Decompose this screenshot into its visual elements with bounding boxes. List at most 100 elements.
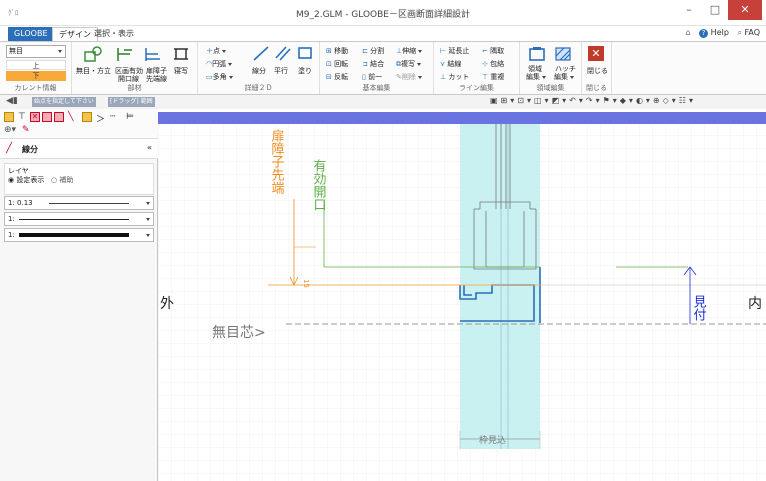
join-button[interactable]: ⊐ 結合 [362,59,384,69]
mullion-arrow: > [254,325,266,341]
help-area: ⌂ ? Help ⌕ FAQ [686,28,761,38]
move-button[interactable]: ⊞ 移動 [326,46,348,56]
diag-tool-icon[interactable] [42,112,52,122]
line-type-preview [19,219,129,220]
point-button[interactable]: ＋点 [206,46,226,56]
parallel-icon [275,46,291,61]
group-detail-2d: ＋点 ◠円弧 ▭多角 線分 平行 塗り 詳細２Ｄ [198,42,320,94]
corner-button[interactable]: ⌐ 隅取 [482,46,504,56]
group-label: 詳細２Ｄ [244,84,273,92]
door-tip-label: 扉障子先端 [269,128,285,194]
tab-select-display[interactable]: 選択・表示 [88,27,140,41]
group-label: ライン編集 [459,84,494,92]
front-button[interactable]: ▯ 前一 [362,72,382,82]
view-tools-icons[interactable]: ▣⊞▾⊡▾◫▾◩▾↶▾↷▾⚑▾◆▾◐▾⊕◇▾☷▾ [490,96,696,105]
radio-display-setting[interactable]: ◉ 設定表示 [8,175,44,185]
close-mode-button[interactable]: 閉じる [587,66,608,76]
search-icon[interactable]: ⌕ [737,28,741,37]
divide-button[interactable]: ⊏ 分割 [362,46,384,56]
inside-label: 内 [748,296,762,312]
delete-button[interactable]: ✎削除 [396,72,422,82]
connect-button[interactable]: ⋎ 結線 [440,59,461,69]
polygon-button[interactable]: ▭多角 [206,72,233,82]
line-color-value: 1: [8,231,15,239]
left-panel: ⊤ ✕ ╲ ＞ ┄ ⊨ ⊕▾ ✎ ╱ 線分 « レイヤ ◉ 設定表示 ○ 補助 … [0,109,158,481]
panel-title-bar: ╱ 線分 « [0,139,158,159]
parallel-button[interactable]: 平行 [274,66,288,76]
front-icon: ▯ [362,73,366,81]
copy-button[interactable]: ⧉複写 [396,59,421,69]
rotate-button[interactable]: ⊡ 回転 [326,59,348,69]
snap-icon[interactable]: ⊕▾ [4,125,16,135]
outside-label: 外 [160,296,174,312]
chevron-down-icon [146,218,150,221]
arc-button[interactable]: ◠円弧 [206,59,233,69]
pen-icon[interactable]: ✎ [22,125,32,135]
dash-tool-icon[interactable]: ┄ [110,112,120,122]
cross-tool-icon[interactable]: ✕ [30,112,40,122]
tool-palette: ⊤ ✕ ╲ ＞ ┄ ⊨ ⊕▾ ✎ [0,109,158,139]
extend-stop-button[interactable]: ⊢ 延長止 [440,46,469,56]
maximize-button[interactable]: □ [702,0,728,20]
tab-gloobe[interactable]: GLOOBE [8,27,54,41]
drawing-canvas[interactable]: 外 内 無目芯 > 扉障子先端 有効開口 15 見付 枠見込 [158,109,766,481]
mirror-button[interactable]: ⊟ 反転 [326,72,348,82]
group-label: 基本編集 [362,84,391,92]
region-icon [529,47,545,61]
segment-button[interactable]: 線分 [252,66,266,76]
faq-link[interactable]: FAQ [745,28,761,37]
drawing-svg[interactable]: 外 内 無目芯 > 扉障子先端 有効開口 15 見付 枠見込 [158,109,766,481]
line-type-select[interactable]: 1: [4,212,154,226]
line-color-select[interactable]: 1: [4,228,154,242]
group-close: ✕ 閉じる 閉じる [582,42,612,94]
line-color-preview [19,233,129,237]
collapse-icon[interactable]: « [147,143,152,152]
help-link[interactable]: Help [711,28,729,37]
radio-auxiliary[interactable]: ○ 補助 [51,175,73,185]
group-label: 領域編集 [536,84,565,92]
thin-line-preview [49,203,129,204]
copy-part-button[interactable]: 寝写 [174,66,188,76]
effective-opening-label: 有効開口 [311,159,327,211]
group-parts: 無目・方立 区画有効 開口線 扉障子 先端線 寝写 部材 [72,42,198,94]
move-icon: ⊞ [326,47,332,55]
diag2-tool-icon[interactable] [54,112,64,122]
group-line-edit: ⊢ 延長止 ⋎ 結線 ⊥ カット ⌐ 隅取 ⊹ 包絡 ⊤ 重複 ライン編集 [434,42,520,94]
plus-icon: ＋ [206,47,213,55]
cut-button[interactable]: ⊥ カット [440,72,469,82]
close-window-button[interactable]: ✕ [728,0,762,20]
mitsuke-label: 見付 [691,295,707,321]
level-down-button[interactable]: 下 [6,71,66,81]
arrow-tool-icon[interactable]: ＞ [96,112,106,125]
overlap-button[interactable]: ⊤ 重複 [482,72,504,82]
extend-button[interactable]: ⊥伸縮 [396,46,423,56]
effective-opening-icon [117,48,132,61]
home-icon[interactable]: ⌂ [686,28,691,37]
cover-button[interactable]: ⊹ 包絡 [482,59,504,69]
frame-visible-label: 枠見込 [479,434,506,446]
mullion-icon [84,46,102,62]
fill-icon [298,47,312,59]
segment-icon: ╱ [6,143,13,154]
dim-tool-icon[interactable]: ⊨ [126,112,136,122]
fill-button[interactable]: 塗り [298,66,312,76]
chevron-down-icon [146,202,150,205]
level-up-button[interactable]: 上 [6,60,66,70]
extend-stop-icon: ⊢ [440,47,447,55]
rotate-icon: ⊡ [326,60,332,68]
help-icon[interactable]: ? [699,29,709,38]
ribbon-tabs: GLOOBE デザイン 選択・表示 ⌂ ? Help ⌕ FAQ [0,26,766,41]
chevron-down-icon [58,50,62,53]
cover-icon: ⊹ [482,60,488,68]
select-tool-icon[interactable] [4,112,14,122]
prompt-hint: 始点を指定して下さい [32,97,96,107]
current-part-select[interactable]: 無目 [6,45,66,58]
line-tool-icon[interactable]: ╲ [68,112,78,122]
chevron-down-icon [146,234,150,237]
pointer-tool-icon[interactable]: ⊤ [18,112,28,122]
grid-tool-icon[interactable] [82,112,92,122]
line-width-select[interactable]: 1: 0.13 [4,196,154,210]
mullion-button[interactable]: 無目・方立 [76,66,111,76]
connect-icon: ⋎ [440,60,446,68]
minimize-button[interactable]: – [676,0,702,20]
